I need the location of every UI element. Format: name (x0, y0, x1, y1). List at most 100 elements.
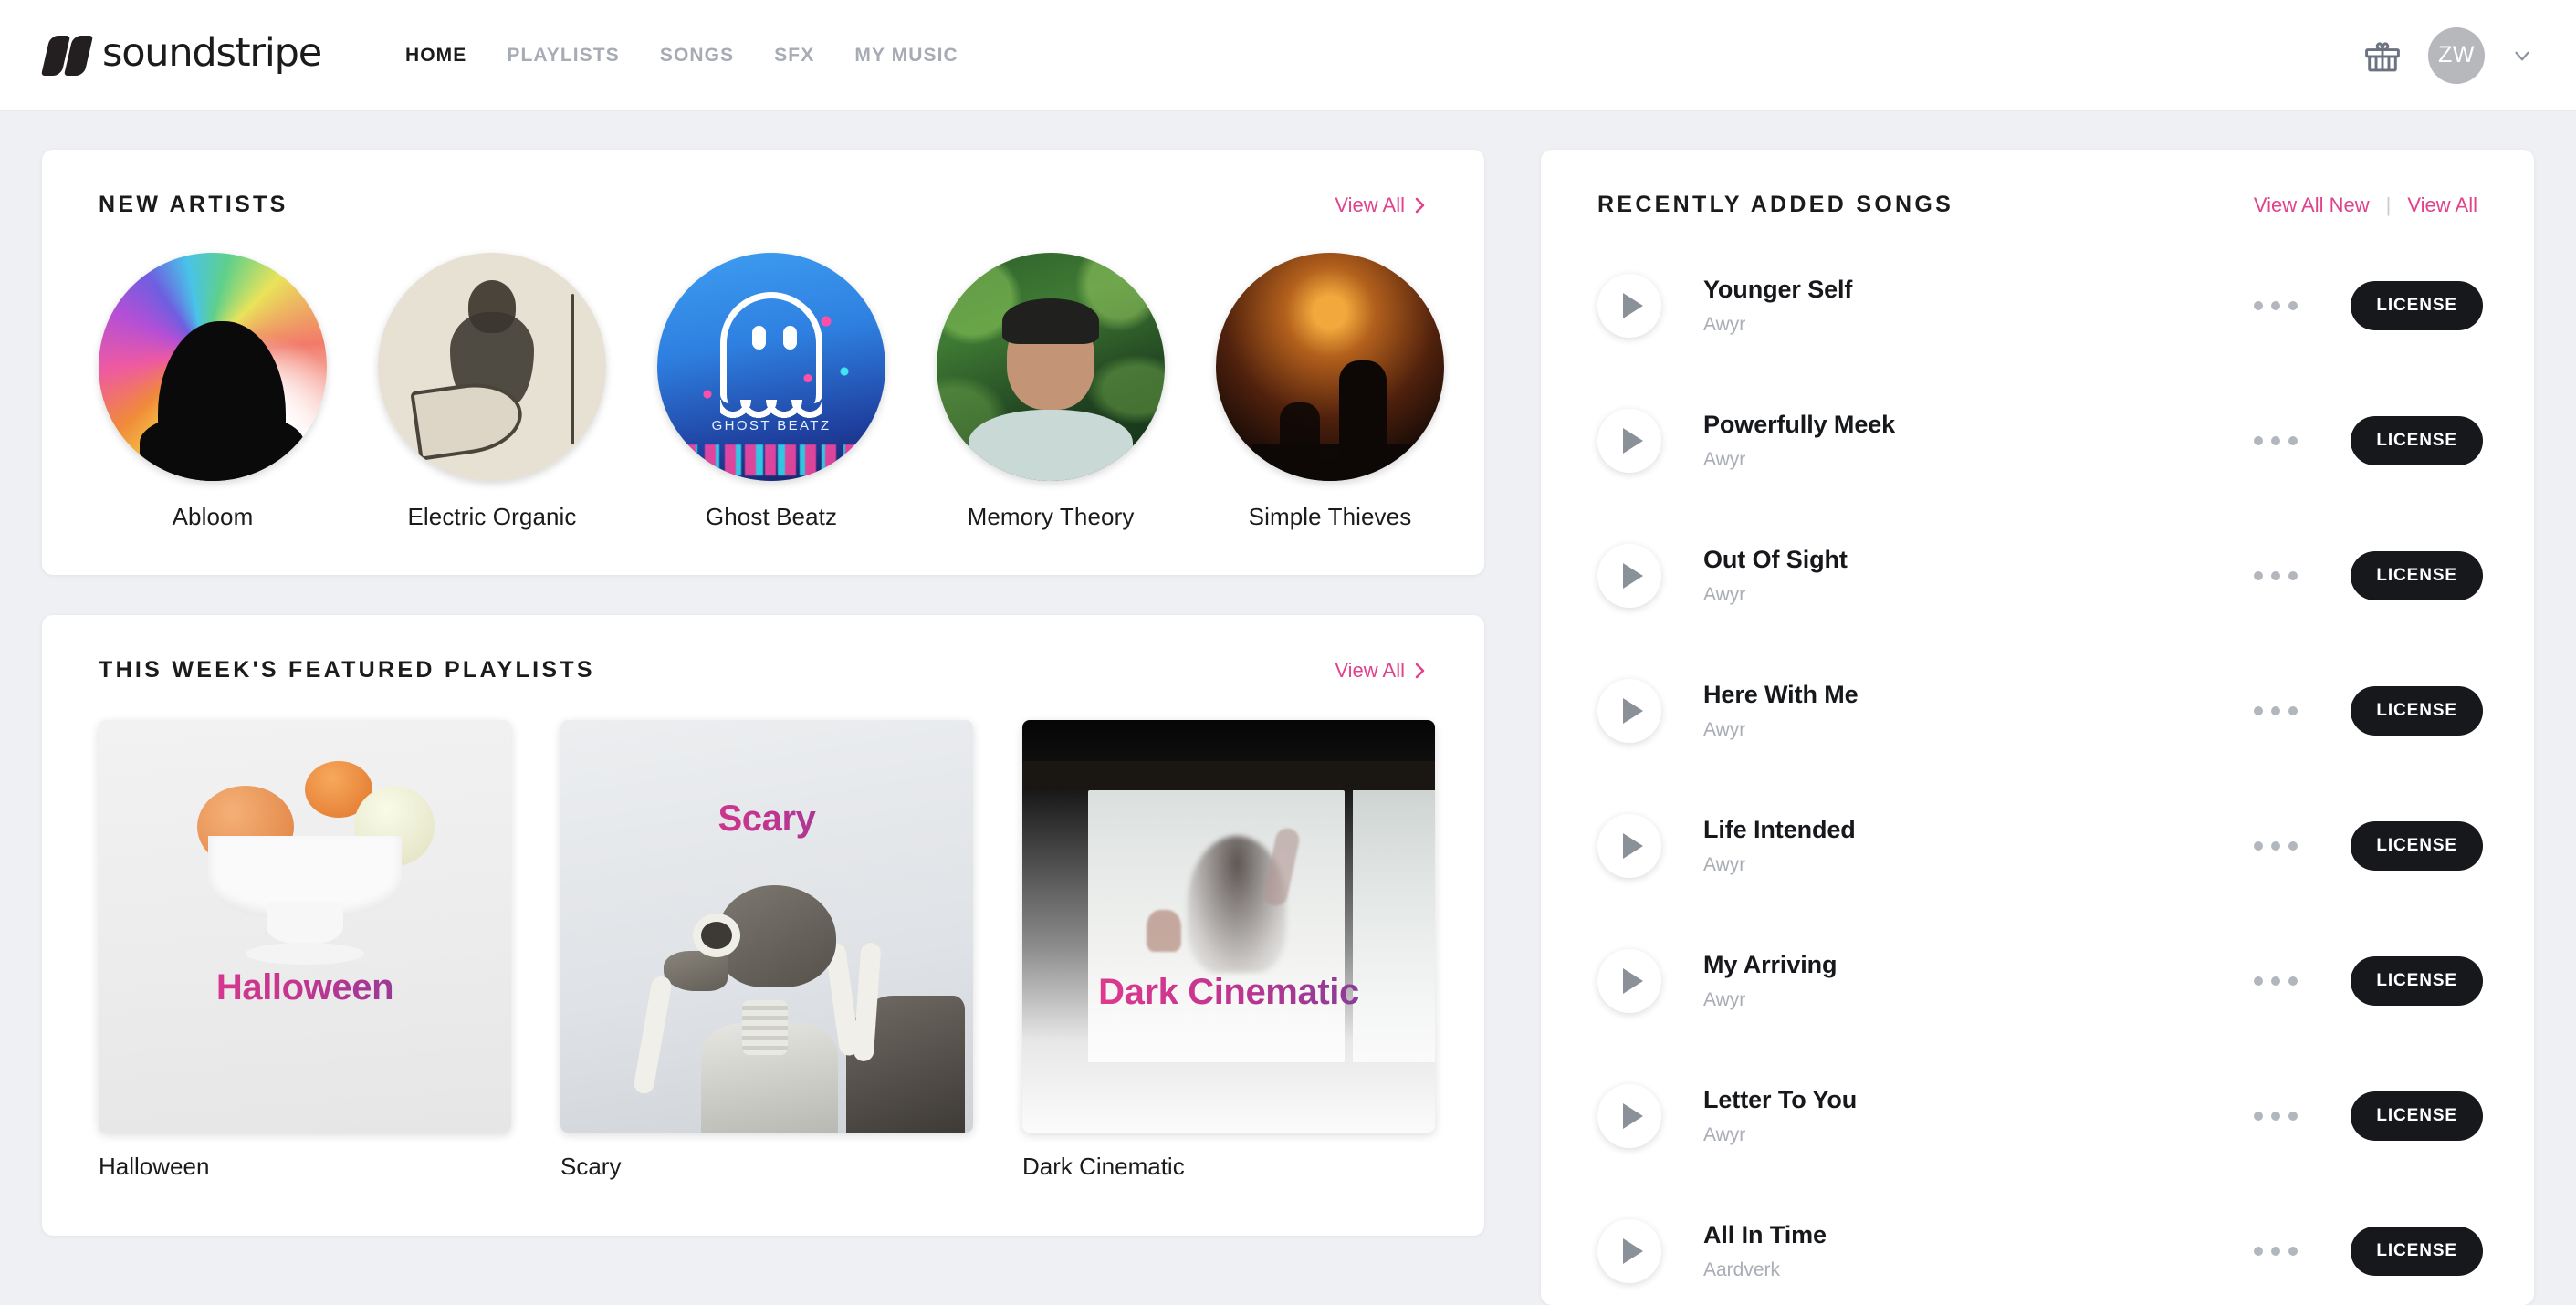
song-meta: Letter To You Awyr (1703, 1086, 2243, 1146)
play-icon[interactable] (1597, 1084, 1661, 1148)
nav-item-songs[interactable]: SONGS (660, 45, 734, 67)
play-icon[interactable] (1597, 544, 1661, 608)
song-row[interactable]: Powerfully Meek Awyr LICENSE (1541, 373, 2534, 508)
view-all-link[interactable]: View All (2407, 193, 2477, 217)
song-row[interactable]: Here With Me Awyr LICENSE (1541, 643, 2534, 778)
links-separator: | (2385, 193, 2392, 216)
song-title: All In Time (1703, 1221, 1827, 1248)
playlist-card-dark-cinematic[interactable]: Dark Cinematic Dark Cinematic (1022, 720, 1435, 1181)
play-icon[interactable] (1597, 949, 1661, 1013)
artist-card-abloom[interactable]: Abloom (99, 253, 327, 531)
gift-icon[interactable] (2362, 36, 2403, 76)
song-row[interactable]: Younger Self Awyr LICENSE (1541, 238, 2534, 373)
song-meta: Out Of Sight Awyr (1703, 546, 2243, 606)
soundstripe-logo[interactable]: soundstripe (40, 30, 322, 77)
featured-playlists-list: Halloween Halloween Scary Scary Dark Cin… (99, 720, 1435, 1181)
new-artists-list: Abloom Electric Organic GHOST BEATZ Ghos… (99, 253, 1444, 531)
play-icon[interactable] (1597, 409, 1661, 473)
app-header: soundstripe HOME PLAYLISTS SONGS SFX MY … (0, 0, 2576, 111)
license-button[interactable]: LICENSE (2351, 551, 2483, 600)
song-artist: Awyr (1703, 584, 1746, 605)
license-button[interactable]: LICENSE (2351, 1227, 2483, 1276)
more-options-icon[interactable] (2243, 976, 2309, 986)
more-options-icon[interactable] (2243, 571, 2309, 580)
playlist-artwork: Halloween (99, 720, 511, 1133)
playlist-overlay-title: Dark Cinematic (1022, 972, 1435, 1013)
song-title: Younger Self (1703, 276, 1853, 303)
featured-playlists-view-all-link[interactable]: View All (1335, 659, 1428, 683)
artist-name: Simple Thieves (1248, 503, 1412, 530)
more-options-icon[interactable] (2243, 1112, 2309, 1121)
license-button[interactable]: LICENSE (2351, 416, 2483, 465)
recently-added-songs-section: RECENTLY ADDED SONGS View All New | View… (1541, 150, 2534, 1305)
song-artist: Awyr (1703, 1124, 1746, 1145)
license-button[interactable]: LICENSE (2351, 956, 2483, 1006)
song-title: Here With Me (1703, 681, 1859, 708)
nav-item-my-music[interactable]: MY MUSIC (854, 45, 958, 67)
artist-avatar (99, 253, 327, 481)
new-artists-view-all-link[interactable]: View All (1335, 193, 1428, 217)
ghost-beatz-overlay-text: GHOST BEATZ (711, 418, 832, 433)
more-options-icon[interactable] (2243, 1247, 2309, 1256)
playlist-card-scary[interactable]: Scary Scary (560, 720, 973, 1181)
nav-item-home[interactable]: HOME (405, 45, 466, 67)
artist-avatar (1216, 253, 1444, 481)
song-title: Letter To You (1703, 1086, 1858, 1113)
artist-avatar (378, 253, 606, 481)
artist-name: Abloom (172, 503, 254, 530)
artist-name: Ghost Beatz (705, 503, 838, 530)
song-meta: Here With Me Awyr (1703, 681, 2243, 741)
main-nav: HOME PLAYLISTS SONGS SFX MY MUSIC (405, 45, 958, 67)
song-artist: Awyr (1703, 449, 1746, 470)
artist-card-electric-organic[interactable]: Electric Organic (378, 253, 606, 531)
artist-card-simple-thieves[interactable]: Simple Thieves (1216, 253, 1444, 531)
play-icon[interactable] (1597, 1219, 1661, 1283)
song-row[interactable]: Letter To You Awyr LICENSE (1541, 1049, 2534, 1184)
song-row[interactable]: All In Time Aardverk LICENSE (1541, 1184, 2534, 1305)
recently-added-header: RECENTLY ADDED SONGS View All New | View… (1541, 192, 2534, 218)
more-options-icon[interactable] (2243, 301, 2309, 310)
new-artists-header: NEW ARTISTS View All (99, 192, 1428, 218)
left-column: NEW ARTISTS View All Abloom Electric Org… (42, 150, 1484, 1305)
more-options-icon[interactable] (2243, 706, 2309, 715)
artist-card-ghost-beatz[interactable]: GHOST BEATZ Ghost Beatz (657, 253, 885, 531)
song-title: My Arriving (1703, 951, 1838, 978)
song-artist: Aardverk (1703, 1259, 1781, 1280)
more-options-icon[interactable] (2243, 841, 2309, 851)
nav-item-playlists[interactable]: PLAYLISTS (507, 45, 619, 67)
featured-playlists-title: THIS WEEK'S FEATURED PLAYLISTS (99, 657, 595, 683)
more-options-icon[interactable] (2243, 436, 2309, 445)
song-row[interactable]: Life Intended Awyr LICENSE (1541, 778, 2534, 914)
play-icon[interactable] (1597, 274, 1661, 338)
song-row[interactable]: Out Of Sight Awyr LICENSE (1541, 508, 2534, 643)
artist-avatar (937, 253, 1165, 481)
play-icon[interactable] (1597, 814, 1661, 878)
songs-list: Younger Self Awyr LICENSE Powerfully Mee… (1541, 238, 2534, 1305)
soundstripe-logo-icon (40, 35, 95, 76)
view-all-new-link[interactable]: View All New (2254, 193, 2370, 217)
playlist-card-halloween[interactable]: Halloween Halloween (99, 720, 511, 1181)
avatar[interactable]: ZW (2428, 26, 2485, 84)
nav-item-sfx[interactable]: SFX (774, 45, 814, 67)
song-artist: Awyr (1703, 989, 1746, 1010)
song-artist: Awyr (1703, 854, 1746, 875)
license-button[interactable]: LICENSE (2351, 1091, 2483, 1141)
song-artist: Awyr (1703, 719, 1746, 740)
song-meta: My Arriving Awyr (1703, 951, 2243, 1011)
playlist-artwork: Scary (560, 720, 973, 1133)
playlist-label: Scary (560, 1153, 622, 1180)
artist-card-memory-theory[interactable]: Memory Theory (937, 253, 1165, 531)
song-row[interactable]: My Arriving Awyr LICENSE (1541, 914, 2534, 1049)
license-button[interactable]: LICENSE (2351, 821, 2483, 871)
logo-wordmark: soundstripe (102, 30, 322, 76)
playlist-label: Dark Cinematic (1022, 1153, 1185, 1180)
header-actions: ZW (2362, 26, 2534, 84)
chevron-right-icon (1415, 663, 1425, 678)
chevron-right-icon (1415, 197, 1425, 213)
license-button[interactable]: LICENSE (2351, 281, 2483, 330)
view-all-label: View All (1335, 658, 1405, 682)
featured-playlists-section: THIS WEEK'S FEATURED PLAYLISTS View All … (42, 615, 1484, 1236)
license-button[interactable]: LICENSE (2351, 686, 2483, 736)
chevron-down-icon[interactable] (2510, 44, 2534, 68)
play-icon[interactable] (1597, 679, 1661, 743)
